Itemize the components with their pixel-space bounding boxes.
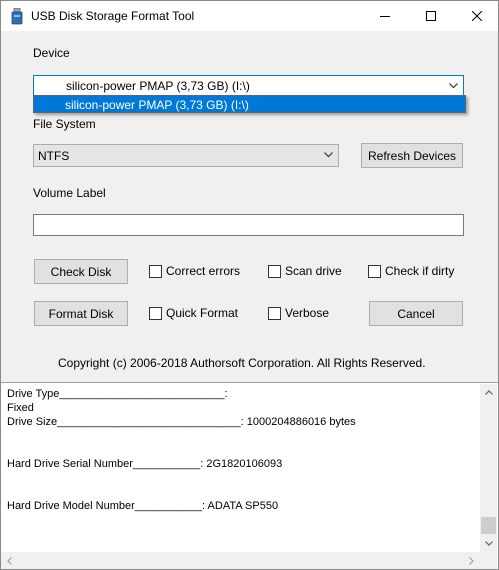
maximize-icon bbox=[426, 11, 436, 21]
checkbox-box bbox=[149, 306, 162, 320]
chevron-right-icon bbox=[469, 556, 474, 565]
refresh-devices-button[interactable]: Refresh Devices bbox=[361, 143, 463, 168]
minimize-icon bbox=[380, 16, 390, 17]
scan-drive-label: Scan drive bbox=[285, 264, 342, 278]
chevron-down-icon bbox=[324, 152, 333, 158]
checkbox-box bbox=[149, 264, 162, 278]
file-system-select[interactable]: NTFS bbox=[33, 144, 339, 167]
device-label: Device bbox=[33, 46, 70, 60]
usb-drive-icon bbox=[11, 8, 23, 25]
close-button[interactable] bbox=[454, 1, 498, 31]
chevron-down-icon bbox=[449, 83, 458, 89]
device-select[interactable]: silicon-power PMAP (3,73 GB) (I:\) bbox=[33, 75, 464, 96]
chevron-up-icon bbox=[484, 390, 493, 395]
scroll-left-button[interactable] bbox=[1, 552, 18, 569]
chevron-down-icon bbox=[484, 541, 493, 546]
check-disk-button[interactable]: Check Disk bbox=[34, 259, 128, 284]
device-dropdown-list[interactable]: silicon-power PMAP (3,73 GB) (I:\) bbox=[33, 95, 466, 113]
checkbox-box bbox=[368, 264, 381, 278]
scrollbar-corner bbox=[480, 552, 497, 569]
quick-format-label: Quick Format bbox=[166, 306, 239, 320]
cancel-button[interactable]: Cancel bbox=[369, 301, 463, 326]
window-title: USB Disk Storage Format Tool bbox=[31, 9, 195, 23]
verbose-label: Verbose bbox=[285, 306, 330, 320]
scan-drive-checkbox[interactable]: Scan drive bbox=[268, 264, 342, 278]
scroll-right-button[interactable] bbox=[463, 552, 480, 569]
minimize-button[interactable] bbox=[362, 1, 408, 31]
close-icon bbox=[472, 11, 482, 21]
copyright-text: Copyright (c) 2006-2018 Authorsoft Corpo… bbox=[58, 356, 426, 370]
log-output[interactable]: Drive Type___________________________: F… bbox=[1, 382, 498, 569]
scroll-up-button[interactable] bbox=[480, 384, 497, 401]
volume-label-label: Volume Label bbox=[33, 186, 106, 200]
correct-errors-label: Correct errors bbox=[166, 264, 241, 278]
check-if-dirty-checkbox[interactable]: Check if dirty bbox=[368, 264, 454, 278]
verbose-checkbox[interactable]: Verbose bbox=[268, 306, 329, 320]
chevron-left-icon bbox=[7, 556, 12, 565]
device-select-value: silicon-power PMAP (3,73 GB) (I:\) bbox=[66, 79, 250, 93]
check-if-dirty-label: Check if dirty bbox=[385, 264, 455, 278]
volume-label-input[interactable] bbox=[33, 214, 464, 236]
device-option[interactable]: silicon-power PMAP (3,73 GB) (I:\) bbox=[65, 98, 249, 112]
checkbox-box bbox=[268, 306, 281, 320]
app-window: USB Disk Storage Format Tool Device sili… bbox=[0, 0, 499, 570]
checkbox-box bbox=[268, 264, 281, 278]
file-system-select-value: NTFS bbox=[38, 149, 70, 163]
title-bar[interactable]: USB Disk Storage Format Tool bbox=[1, 1, 498, 31]
scroll-down-button[interactable] bbox=[480, 535, 497, 552]
scroll-thumb[interactable] bbox=[481, 517, 496, 534]
vertical-scrollbar[interactable] bbox=[480, 384, 497, 552]
correct-errors-checkbox[interactable]: Correct errors bbox=[149, 264, 240, 278]
maximize-button[interactable] bbox=[408, 1, 454, 31]
quick-format-checkbox[interactable]: Quick Format bbox=[149, 306, 238, 320]
horizontal-scrollbar[interactable] bbox=[1, 552, 480, 569]
format-disk-button[interactable]: Format Disk bbox=[34, 301, 128, 326]
file-system-label: File System bbox=[33, 117, 96, 131]
log-text: Drive Type___________________________: F… bbox=[7, 388, 356, 512]
